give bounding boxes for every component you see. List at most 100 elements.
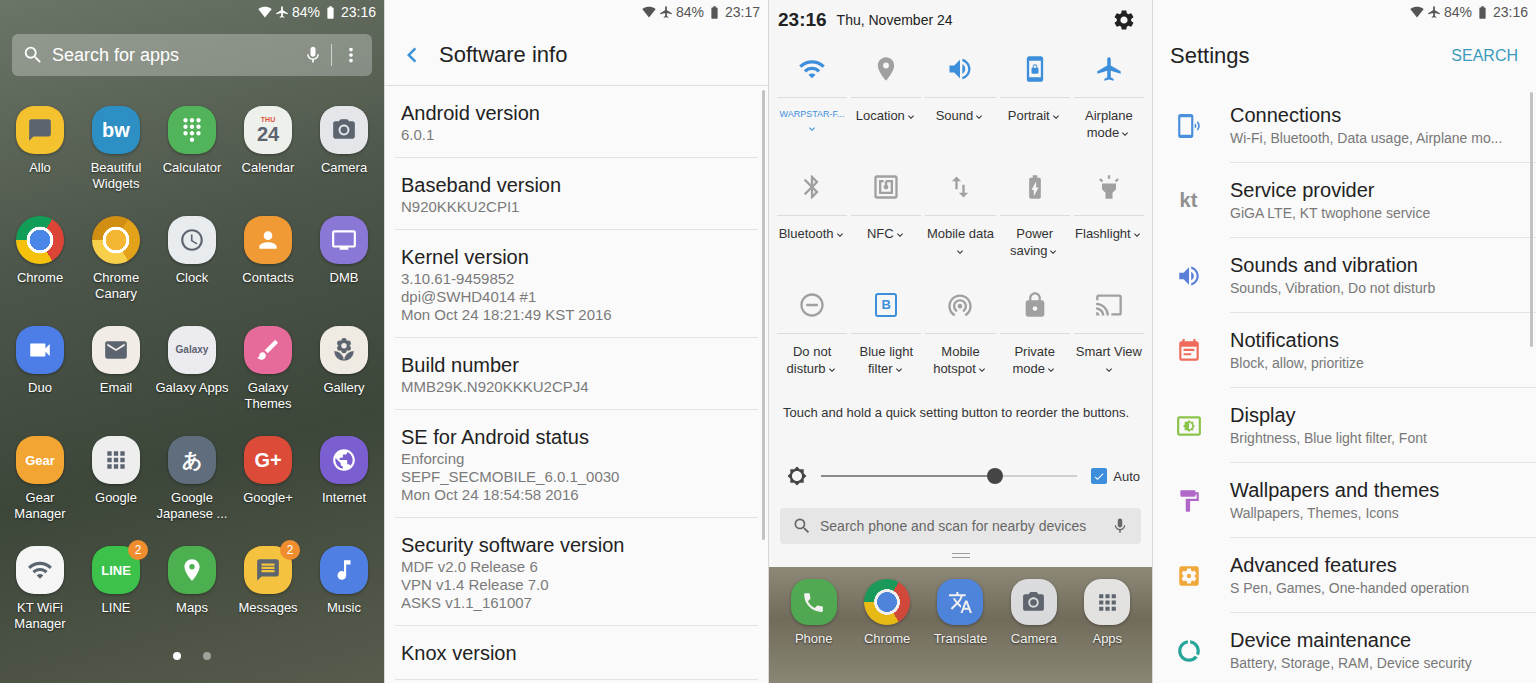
app-item[interactable]: Allo (2, 100, 78, 210)
app-icon-holder[interactable] (320, 436, 368, 484)
app-item[interactable]: KT WiFi Manager (2, 540, 78, 650)
tile-button[interactable] (1074, 40, 1144, 98)
quick-tile[interactable]: WARPSTAR-F... (775, 40, 849, 158)
app-item[interactable]: Duo (2, 320, 78, 430)
internet-icon[interactable] (320, 436, 368, 484)
scrollbar[interactable] (762, 90, 765, 540)
back-arrow-icon[interactable] (397, 40, 427, 70)
mic-icon[interactable] (303, 45, 323, 65)
info-item[interactable]: SE for Android statusEnforcingSEPF_SECMO… (395, 410, 758, 518)
tile-label[interactable]: Private mode (998, 334, 1072, 377)
app-item[interactable]: あGoogle Japanese ... (154, 430, 230, 540)
email-icon[interactable] (92, 326, 140, 374)
app-item[interactable]: Camera (306, 100, 382, 210)
quick-tile[interactable]: Power saving (998, 158, 1072, 276)
app-item[interactable]: Contacts (230, 210, 306, 320)
dock-item[interactable]: Apps (1071, 579, 1144, 646)
info-item[interactable]: Security software versionMDF v2.0 Releas… (395, 518, 758, 626)
gear-icon[interactable] (1112, 8, 1136, 32)
info-item[interactable]: Knox version (395, 626, 758, 680)
tile-label[interactable]: Smart View (1072, 334, 1146, 377)
app-item[interactable]: G+Google+ (230, 430, 306, 540)
app-item[interactable]: LINE2LINE (78, 540, 154, 650)
app-icon-holder[interactable] (92, 216, 140, 264)
apps-icon[interactable] (1084, 579, 1130, 625)
quick-tile[interactable]: Private mode (998, 276, 1072, 394)
calculator-icon[interactable] (168, 106, 216, 154)
quick-tile[interactable]: BBlue light filter (849, 276, 923, 394)
app-icon-holder[interactable] (16, 106, 64, 154)
auto-checkbox[interactable] (1091, 468, 1107, 484)
info-item[interactable]: Build numberMMB29K.N920KKKU2CPJ4 (395, 338, 758, 410)
camera-icon[interactable] (1011, 579, 1057, 625)
search-button[interactable]: SEARCH (1451, 47, 1518, 65)
galaxy-apps-icon[interactable]: Galaxy (168, 326, 216, 374)
settings-item[interactable]: DisplayBrightness, Blue light filter, Fo… (1153, 388, 1536, 463)
duo-icon[interactable] (16, 326, 64, 374)
app-icon-holder[interactable]: Galaxy (168, 326, 216, 374)
tile-button[interactable] (1074, 276, 1144, 334)
tile-label[interactable]: Do not disturb (775, 334, 849, 377)
gallery-icon[interactable] (320, 326, 368, 374)
app-item[interactable]: Google (78, 430, 154, 540)
app-item[interactable]: Chrome (2, 210, 78, 320)
app-icon-holder[interactable] (92, 436, 140, 484)
app-icon-holder[interactable] (16, 326, 64, 374)
app-icon-holder[interactable]: あ (168, 436, 216, 484)
chrome-icon[interactable] (864, 579, 910, 625)
app-item[interactable]: Calculator (154, 100, 230, 210)
app-icon-holder[interactable] (168, 216, 216, 264)
app-icon-holder[interactable]: THU24 (244, 106, 292, 154)
chrome-icon[interactable] (16, 216, 64, 264)
tile-button[interactable] (777, 276, 847, 334)
app-icon-holder[interactable] (320, 326, 368, 374)
finder-search-field[interactable]: Search phone and scan for nearby devices (780, 508, 1141, 544)
app-icon-holder[interactable]: Gear (16, 436, 64, 484)
quick-tile[interactable]: Mobile data (923, 158, 997, 276)
tile-label[interactable]: WARPSTAR-F... (775, 98, 849, 135)
app-icon-holder[interactable] (320, 546, 368, 594)
galaxy-themes-icon[interactable] (244, 326, 292, 374)
app-item[interactable]: GearGear Manager (2, 430, 78, 540)
tile-label[interactable]: Power saving (998, 216, 1072, 259)
translate-icon[interactable] (937, 579, 983, 625)
tile-button[interactable] (1000, 158, 1070, 216)
drag-handle[interactable] (952, 553, 970, 558)
slider-knob[interactable] (987, 468, 1003, 484)
app-icon-holder[interactable]: 2 (244, 546, 292, 594)
tile-button[interactable] (777, 40, 847, 98)
app-icon-holder[interactable] (320, 216, 368, 264)
brightness-slider[interactable] (821, 475, 1077, 477)
app-icon-holder[interactable] (16, 546, 64, 594)
scrollbar[interactable] (1530, 92, 1533, 347)
app-icon-holder[interactable] (92, 326, 140, 374)
app-item[interactable]: Music (306, 540, 382, 650)
settings-item[interactable]: NotificationsBlock, allow, prioritize (1153, 313, 1536, 388)
allo-icon[interactable] (16, 106, 64, 154)
tile-label[interactable]: Airplane mode (1072, 98, 1146, 141)
app-item[interactable]: Chrome Canary (78, 210, 154, 320)
tile-button[interactable] (851, 158, 921, 216)
info-item[interactable]: Baseband versionN920KKKU2CPI1 (395, 158, 758, 230)
camera-icon[interactable] (320, 106, 368, 154)
tile-button[interactable] (777, 158, 847, 216)
tile-label[interactable]: Mobile hotspot (923, 334, 997, 377)
app-item[interactable]: DMB (306, 210, 382, 320)
tile-button[interactable] (1000, 40, 1070, 98)
app-item[interactable]: 2Messages (230, 540, 306, 650)
app-item[interactable]: THU24Calendar (230, 100, 306, 210)
google-icon[interactable]: G+ (244, 436, 292, 484)
app-item[interactable]: Email (78, 320, 154, 430)
more-icon[interactable] (340, 44, 362, 66)
tile-label[interactable]: Portrait (998, 98, 1072, 124)
tile-button[interactable] (925, 40, 995, 98)
app-icon-holder[interactable] (244, 216, 292, 264)
quick-tile[interactable]: Flashlight (1072, 158, 1146, 276)
google-icon[interactable] (92, 436, 140, 484)
app-item[interactable]: Gallery (306, 320, 382, 430)
auto-brightness[interactable]: Auto (1091, 468, 1140, 484)
app-icon-holder[interactable] (16, 216, 64, 264)
settings-item[interactable]: ConnectionsWi-Fi, Bluetooth, Data usage,… (1153, 88, 1536, 163)
app-icon-holder[interactable]: G+ (244, 436, 292, 484)
dock-item[interactable]: Chrome (850, 579, 923, 646)
